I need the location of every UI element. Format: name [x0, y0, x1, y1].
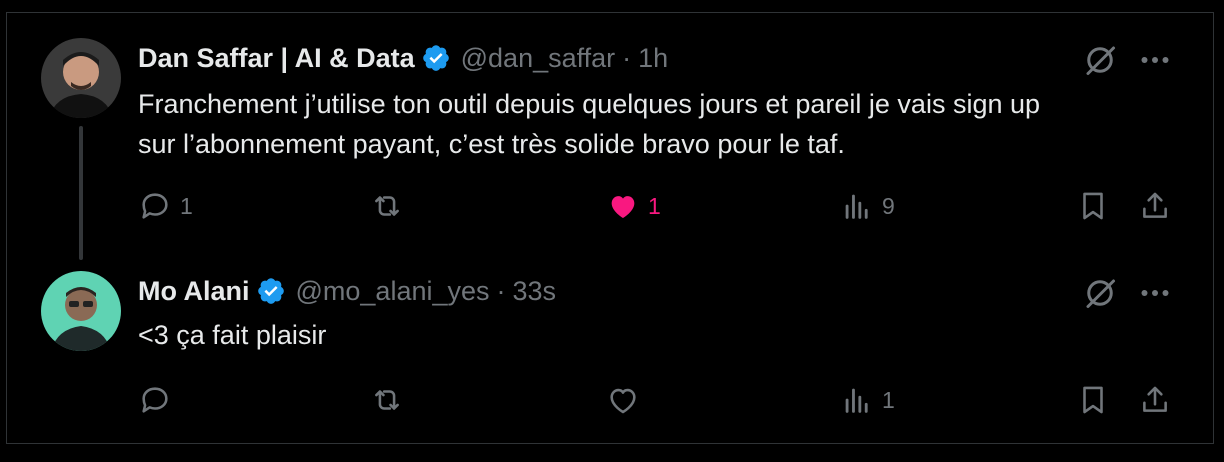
- like-button[interactable]: 1: [606, 186, 661, 226]
- heart-icon: [611, 196, 635, 219]
- tweet-text: <3 ça fait plaisir: [138, 315, 1188, 355]
- share-icon: [1143, 386, 1167, 412]
- avatar-dan-image: [41, 38, 121, 118]
- tweet-time[interactable]: 1h: [638, 43, 668, 74]
- views-button[interactable]: 9: [840, 186, 895, 226]
- reply-icon: [142, 193, 168, 219]
- tweet-text-line: <3 ça fait plaisir: [138, 320, 327, 350]
- share-button[interactable]: [1138, 186, 1172, 226]
- verified-badge-icon[interactable]: [256, 276, 286, 306]
- thread-connector-line: [79, 126, 83, 260]
- bookmark-icon: [1083, 192, 1103, 220]
- retweet-button[interactable]: [370, 186, 404, 226]
- reply-button[interactable]: [138, 380, 172, 420]
- tweet-text-line: Franchement j’utilise ton outil depuis q…: [138, 89, 1041, 119]
- reply-count: 1: [180, 192, 193, 219]
- heart-icon: [610, 388, 636, 414]
- author-handle[interactable]: @mo_alani_yes: [296, 276, 490, 307]
- more-dots-icon[interactable]: [1137, 42, 1173, 78]
- tweet-text: Franchement j’utilise ton outil depuis q…: [138, 84, 1188, 164]
- avatar-dan-saffar[interactable]: [41, 38, 121, 118]
- like-button[interactable]: [606, 380, 640, 420]
- author-name[interactable]: Mo Alani: [138, 276, 250, 307]
- like-count: 1: [648, 192, 661, 219]
- tweet-header: Mo Alani @mo_alani_yes · 33s: [138, 271, 556, 311]
- bookmark-icon: [1083, 386, 1103, 414]
- retweet-button[interactable]: [370, 380, 404, 420]
- reply-button[interactable]: 1: [138, 186, 193, 226]
- more-dots-icon[interactable]: [1137, 275, 1173, 311]
- separator-dot: ·: [496, 275, 506, 306]
- views-count: 9: [882, 192, 895, 219]
- tweet-time[interactable]: 33s: [513, 276, 557, 307]
- avatar-mo-alani[interactable]: [41, 271, 121, 351]
- separator-dot: ·: [622, 42, 632, 73]
- views-button[interactable]: 1: [840, 380, 895, 420]
- share-button[interactable]: [1138, 380, 1172, 420]
- tweet-text-line: sur l’abonnement payant, c’est très soli…: [138, 129, 845, 159]
- verified-badge-icon[interactable]: [421, 43, 451, 73]
- views-chart-icon: [845, 388, 868, 413]
- bookmark-button[interactable]: [1076, 380, 1110, 420]
- tweet-header: Dan Saffar | AI & Data @dan_saffar · 1h: [138, 38, 668, 78]
- views-count: 1: [882, 386, 895, 413]
- author-name[interactable]: Dan Saffar | AI & Data: [138, 43, 415, 74]
- reply-icon: [142, 387, 168, 413]
- author-handle[interactable]: @dan_saffar: [461, 43, 616, 74]
- grok-icon[interactable]: [1082, 42, 1118, 78]
- bookmark-button[interactable]: [1076, 186, 1110, 226]
- views-chart-icon: [845, 194, 868, 219]
- avatar-mo-image: [41, 271, 121, 351]
- grok-icon[interactable]: [1082, 275, 1118, 311]
- retweet-icon: [375, 390, 399, 410]
- share-icon: [1143, 192, 1167, 218]
- retweet-icon: [375, 196, 399, 216]
